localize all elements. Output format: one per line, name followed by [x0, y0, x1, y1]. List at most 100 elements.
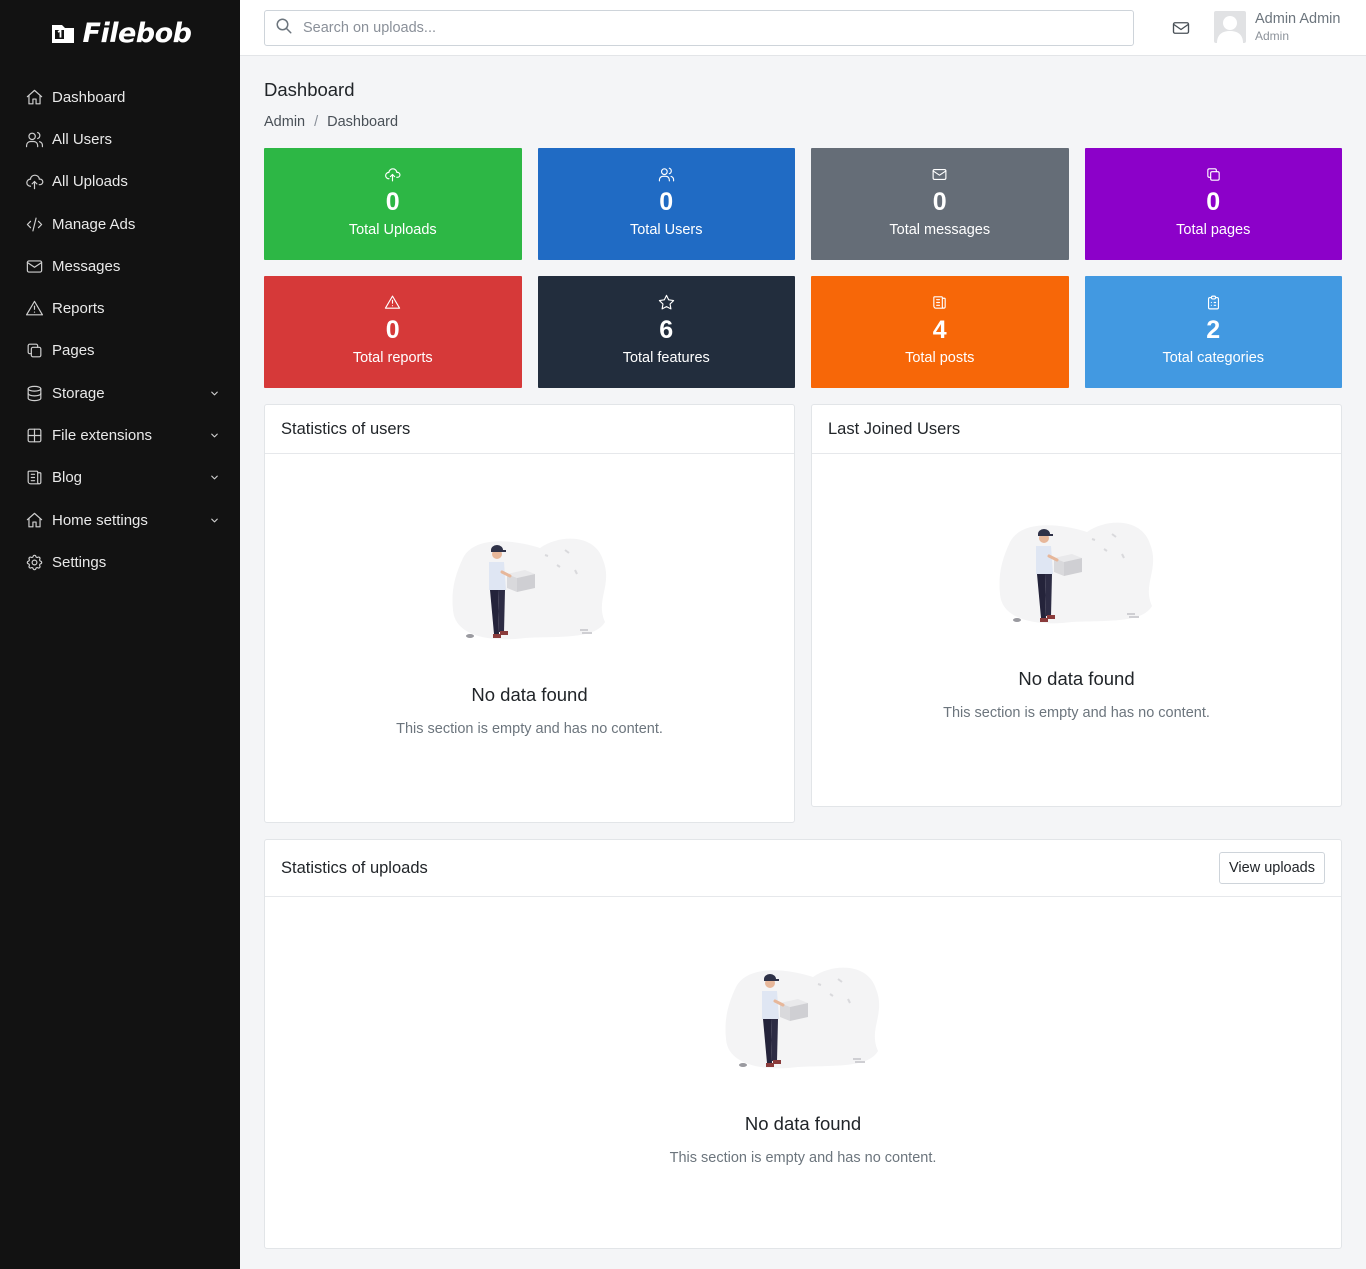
empty-text: This section is empty and has no content…	[669, 1150, 937, 1166]
stat-card-total-messages[interactable]: 0 Total messages	[811, 148, 1069, 260]
sidebar-item-label: Settings	[52, 553, 107, 571]
empty-title: No data found	[471, 684, 588, 705]
stat-value: 0	[385, 316, 400, 344]
stats-grid: 0 Total Uploads 0 Total Users 0 Total message…	[264, 148, 1342, 388]
clipboard-icon	[1204, 293, 1222, 311]
stat-card-total-users[interactable]: 0 Total Users	[537, 148, 795, 260]
sidebar-item-file-extensions[interactable]: File extensions	[0, 414, 240, 456]
sidebar-item-blog[interactable]: Blog	[0, 457, 240, 499]
breadcrumb-item-dashboard: Dashboard	[327, 114, 399, 130]
cloud-upload-icon	[24, 172, 44, 192]
users-statistics-card: Statistics of users No data found This s…	[264, 404, 795, 823]
sidebar-item-all-uploads[interactable]: All Uploads	[0, 161, 240, 203]
stat-value: 0	[1206, 188, 1221, 216]
sidebar: Filebob Dashboard All Users All Uploads Man…	[0, 0, 240, 1269]
breadcrumb-item-admin[interactable]: Admin	[264, 114, 305, 130]
search-input[interactable]	[303, 20, 1103, 36]
cloud-upload-icon	[384, 165, 402, 183]
sidebar-item-reports[interactable]: Reports	[0, 287, 240, 329]
stat-card-total-reports[interactable]: 0 Total reports	[264, 276, 522, 388]
copy-icon	[1204, 165, 1222, 183]
sidebar-item-label: Home settings	[52, 511, 148, 529]
stat-label: Total categories	[1162, 349, 1265, 366]
stat-label: Total Uploads	[348, 221, 437, 238]
gear-icon	[24, 552, 44, 572]
stat-label: Total messages	[889, 221, 991, 238]
logo-icon	[49, 20, 77, 46]
card-title: Last Joined Users	[828, 419, 961, 438]
card-title: Statistics of users	[281, 419, 411, 438]
mail-icon	[24, 256, 44, 276]
sidebar-item-all-users[interactable]: All Users	[0, 118, 240, 160]
last-joined-users-card: Last Joined Users No data found This sec…	[811, 404, 1342, 807]
newspaper-icon	[24, 468, 44, 488]
sidebar-item-manage-ads[interactable]: Manage Ads	[0, 203, 240, 245]
page-title: Dashboard	[264, 79, 355, 100]
empty-illustration	[718, 959, 888, 1079]
view-uploads-button[interactable]: View uploads	[1219, 852, 1325, 884]
breadcrumb: Admin / Dashboard	[264, 114, 398, 130]
stat-label: Total Users	[629, 221, 703, 238]
stat-card-total-features[interactable]: 6 Total features	[537, 276, 795, 388]
sidebar-item-settings[interactable]: Settings	[0, 541, 240, 583]
stat-card-total-uploads[interactable]: 0 Total Uploads	[264, 148, 522, 260]
sidebar-item-label: Messages	[52, 257, 121, 275]
breadcrumb-separator: /	[314, 114, 319, 130]
code-icon	[24, 214, 44, 234]
brand-logo[interactable]: Filebob	[0, 0, 240, 66]
stat-card-total-posts[interactable]: 4 Total posts	[811, 276, 1069, 388]
mail-icon	[931, 165, 949, 183]
search-icon	[275, 17, 293, 40]
alert-triangle-icon	[24, 299, 44, 319]
stat-value: 4	[932, 316, 947, 344]
chevron-down-icon	[208, 472, 220, 484]
stat-label: Total reports	[352, 349, 433, 366]
stat-card-total-categories[interactable]: 2 Total categories	[1084, 276, 1342, 388]
copy-icon	[24, 341, 44, 361]
stat-value: 0	[385, 188, 400, 216]
sidebar-item-label: All Uploads	[52, 173, 128, 191]
sidebar-item-label: Storage	[52, 384, 105, 402]
chevron-down-icon	[208, 387, 220, 399]
sidebar-item-storage[interactable]: Storage	[0, 372, 240, 414]
sidebar-item-home-settings[interactable]: Home settings	[0, 499, 240, 541]
stat-label: Total posts	[905, 349, 975, 366]
alert-triangle-icon	[384, 293, 402, 311]
sidebar-nav: Dashboard All Users All Uploads Manage Ads M…	[0, 76, 240, 584]
stat-card-total-pages[interactable]: 0 Total pages	[1084, 148, 1342, 260]
messages-button[interactable]	[1170, 18, 1192, 38]
empty-illustration	[445, 530, 615, 650]
sidebar-item-messages[interactable]: Messages	[0, 245, 240, 287]
star-icon	[657, 293, 675, 311]
stat-value: 6	[659, 316, 674, 344]
database-icon	[24, 383, 44, 403]
topbar: Admin Admin Admin	[240, 0, 1366, 56]
card-title: Statistics of uploads	[281, 858, 428, 877]
empty-title: No data found	[1018, 668, 1135, 689]
sidebar-item-label: Dashboard	[52, 88, 126, 106]
stat-value: 0	[932, 188, 947, 216]
home-icon	[24, 510, 44, 530]
user-menu[interactable]: Admin Admin Admin	[1214, 11, 1340, 43]
sidebar-item-dashboard[interactable]: Dashboard	[0, 76, 240, 118]
avatar	[1214, 11, 1246, 43]
home-icon	[24, 87, 44, 107]
chevron-down-icon	[208, 514, 220, 526]
sidebar-item-label: Reports	[52, 300, 105, 318]
chevron-down-icon	[208, 430, 220, 442]
brand-name: Filebob	[82, 17, 192, 49]
sidebar-item-label: Pages	[52, 342, 95, 360]
sidebar-item-label: Blog	[52, 469, 83, 487]
users-icon	[24, 129, 44, 149]
stat-value: 2	[1206, 316, 1221, 344]
empty-state: No data found This section is empty and …	[265, 454, 794, 737]
sidebar-item-label: All Users	[52, 130, 113, 148]
sidebar-item-label: File extensions	[52, 427, 153, 445]
empty-text: This section is empty and has no content…	[396, 721, 663, 737]
grid-icon	[24, 426, 44, 446]
empty-title: No data found	[744, 1113, 862, 1134]
sidebar-item-pages[interactable]: Pages	[0, 330, 240, 372]
empty-text: This section is empty and has no content…	[943, 705, 1210, 721]
stat-value: 0	[659, 188, 674, 216]
newspaper-icon	[931, 293, 949, 311]
